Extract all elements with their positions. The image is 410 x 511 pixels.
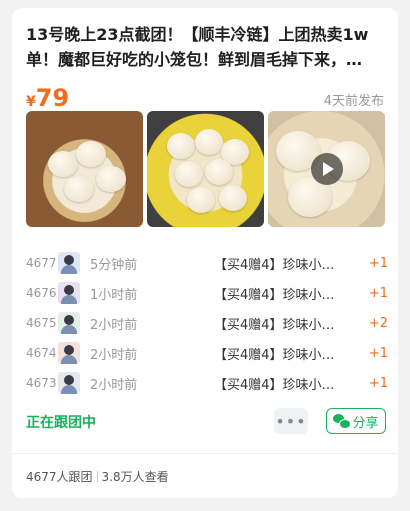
order-number: 4675 <box>26 316 57 330</box>
separator <box>96 471 98 482</box>
avatar <box>58 252 80 274</box>
xiaolongbao-yellow-plate-photo[interactable] <box>147 111 264 227</box>
order-time: 1小时前 <box>90 287 138 303</box>
image-gallery <box>26 111 386 227</box>
order-number: 4674 <box>26 346 57 360</box>
list-item: 4675 2小时前 【买4赠4】珍味小… +2 <box>26 308 388 338</box>
order-quantity: +1 <box>368 285 388 301</box>
group-buy-card[interactable]: 13号晚上23点截团！【顺丰冷链】上团热卖1w单！魔都巨好吃的小笼包！鲜到眉毛掉… <box>12 8 398 498</box>
order-time: 2小时前 <box>90 347 138 363</box>
order-item: 【买4赠4】珍味小… <box>214 317 335 333</box>
order-time: 2小时前 <box>90 317 138 333</box>
list-item: 4674 2小时前 【买4赠4】珍味小… +1 <box>26 338 388 368</box>
price-value: 79 <box>35 84 70 112</box>
wechat-icon <box>333 414 352 429</box>
order-list: 4677 5分钟前 【买4赠4】珍味小… +1 4676 1小时前 【买4赠4】… <box>26 248 388 398</box>
avatar <box>58 372 80 394</box>
currency-symbol: ¥ <box>26 94 36 110</box>
list-item: 4677 5分钟前 【买4赠4】珍味小… +1 <box>26 248 388 278</box>
order-quantity: +1 <box>368 345 388 361</box>
order-item: 【买4赠4】珍味小… <box>214 287 335 303</box>
post-title[interactable]: 13号晚上23点截团！【顺丰冷链】上团热卖1w单！魔都巨好吃的小笼包！鲜到眉毛掉… <box>26 22 386 72</box>
joined-count: 4677人跟团 <box>26 470 93 484</box>
price: ¥79 <box>26 84 69 112</box>
more-button[interactable]: ••• <box>274 408 308 434</box>
list-item: 4673 2小时前 【买4赠4】珍味小… +1 <box>26 368 388 398</box>
order-number: 4677 <box>26 256 57 270</box>
avatar <box>58 282 80 304</box>
order-item: 【买4赠4】珍味小… <box>214 257 335 273</box>
share-button[interactable]: 分享 <box>326 408 386 434</box>
order-item: 【买4赠4】珍味小… <box>214 347 335 363</box>
order-time: 5分钟前 <box>90 257 138 273</box>
order-number: 4676 <box>26 286 57 300</box>
share-label: 分享 <box>352 415 379 431</box>
divider <box>12 453 398 454</box>
order-item: 【买4赠4】珍味小… <box>214 377 335 393</box>
posted-time: 4天前发布 <box>323 94 384 109</box>
avatar <box>58 342 80 364</box>
play-icon[interactable] <box>310 153 343 185</box>
list-item: 4676 1小时前 【买4赠4】珍味小… +1 <box>26 278 388 308</box>
group-status: 正在跟团中 <box>26 415 96 431</box>
order-quantity: +1 <box>368 375 388 391</box>
view-count: 3.8万人查看 <box>101 470 169 484</box>
order-quantity: +2 <box>368 315 388 331</box>
stats-footer: 4677人跟团 3.8万人查看 <box>26 468 169 485</box>
xiaolongbao-video[interactable] <box>268 111 385 227</box>
avatar <box>58 312 80 334</box>
order-quantity: +1 <box>368 255 388 271</box>
order-time: 2小时前 <box>90 377 138 393</box>
xiaolongbao-steamer-photo[interactable] <box>26 111 143 227</box>
order-number: 4673 <box>26 376 57 390</box>
